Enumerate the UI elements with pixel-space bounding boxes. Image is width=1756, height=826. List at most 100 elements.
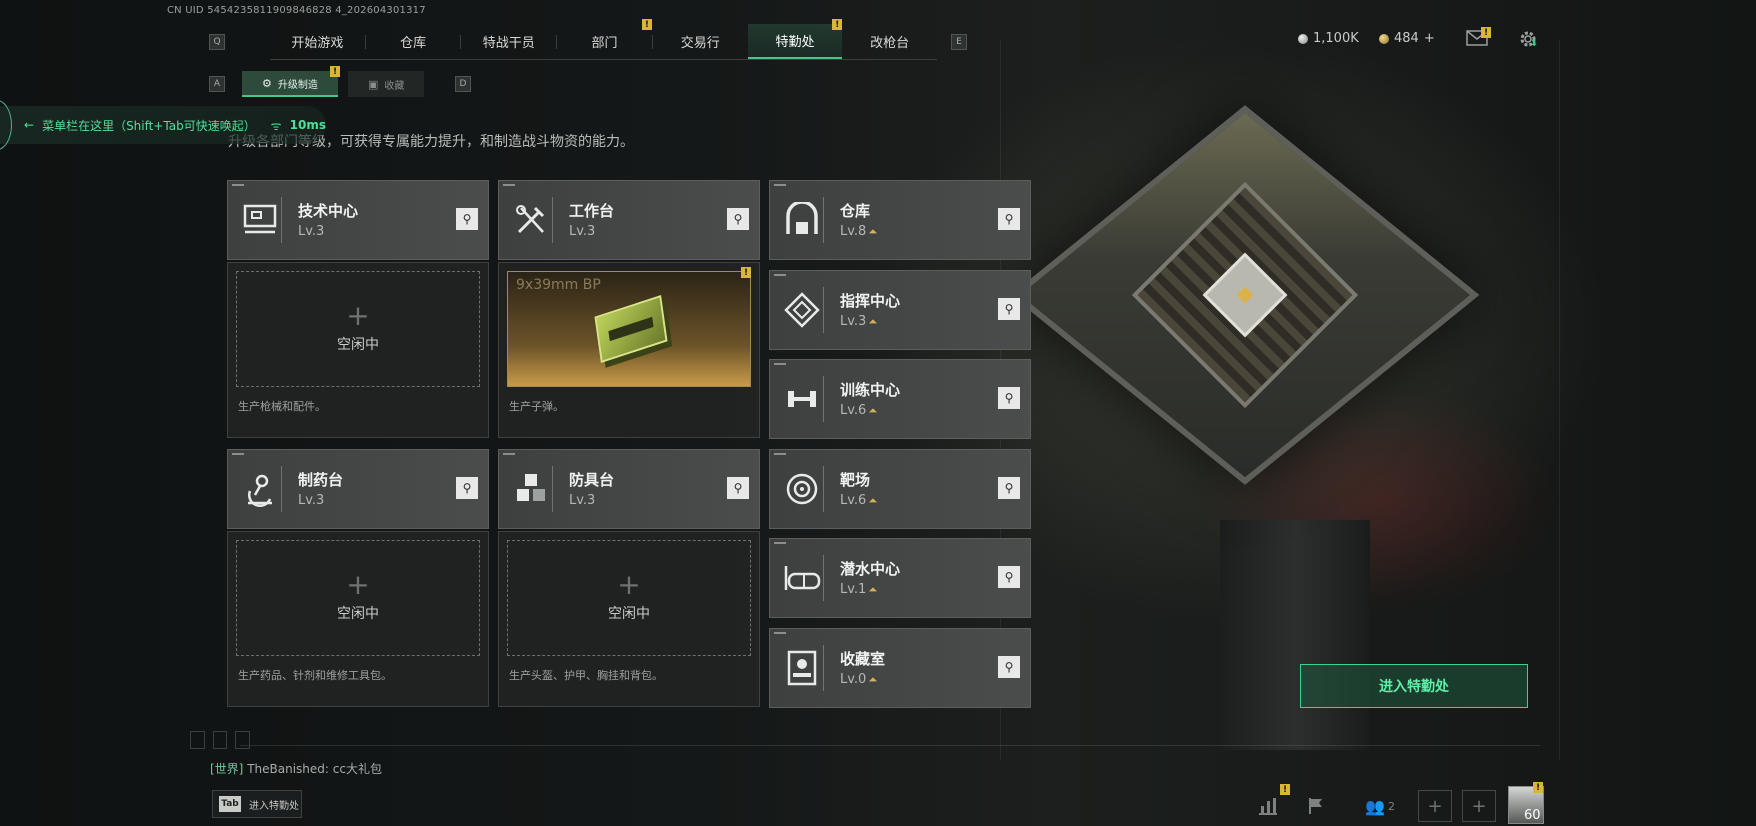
chat-filter-icons[interactable] (190, 731, 251, 749)
mail-badge: ! (1481, 27, 1491, 38)
slot-description: 生产头盔、护甲、胸挂和背包。 (509, 669, 663, 682)
dept-card-command[interactable]: 指挥中心 Lv.3 ⏶ ⚲ (769, 270, 1031, 350)
dept-card-training[interactable]: 训练中心 Lv.6 ⏶ ⚲ (769, 359, 1031, 439)
subtab-prev-key[interactable]: A (209, 76, 225, 92)
dept-card-diving[interactable]: 潜水中心 Lv.1 ⏶ ⚲ (769, 538, 1031, 618)
dept-name: 技术中心 (298, 202, 359, 220)
tab-special-ops[interactable]: 特勤处 ! (747, 19, 843, 59)
tab-shortcut-hint[interactable]: Tab 进入特勤处 (212, 790, 302, 818)
dept-name: 防具台 (569, 471, 615, 489)
slot-description: 生产药品、针剂和维修工具包。 (238, 669, 392, 682)
friends-button[interactable]: 👥 2 (1356, 792, 1404, 820)
search-icon[interactable]: ⚲ (998, 298, 1020, 320)
tab-start-game[interactable]: 开始游戏 (270, 24, 365, 59)
upgrade-arrow-icon: ⏶ (868, 583, 878, 596)
search-icon[interactable]: ⚲ (998, 208, 1020, 230)
dept-level: Lv.3 ⏶ (840, 314, 878, 329)
gold-add-button[interactable]: + (1424, 31, 1435, 46)
tab-gunsmith[interactable]: 改枪台 (842, 24, 937, 59)
dept-level: Lv.3 (569, 224, 596, 239)
dept-level: Lv.3 (298, 224, 325, 239)
dept-card-workbench[interactable]: 工作台 Lv.3 ⚲ (498, 180, 760, 260)
bottom-divider (240, 745, 1540, 746)
gold-currency[interactable]: 484 + (1379, 31, 1435, 46)
producing-slot[interactable]: 9x39mm BP (507, 271, 751, 387)
chat-text: TheBanished: cc大礼包 (247, 762, 382, 776)
search-icon[interactable]: ⚲ (727, 477, 749, 499)
tab-operators[interactable]: 特战干员 (461, 24, 556, 59)
dept-level: Lv.0 ⏶ (840, 672, 878, 687)
tools-icon (509, 197, 553, 243)
slot-status: 空闲中 (337, 337, 379, 353)
dept-name: 收藏室 (840, 650, 886, 668)
tab-label: 交易行 (680, 36, 720, 51)
plus-icon: + (617, 568, 641, 601)
nav-next-key[interactable]: E (951, 34, 967, 50)
upgrade-icon: ⚙ (262, 76, 272, 90)
search-icon[interactable]: ⚲ (456, 208, 478, 230)
dept-card-armor[interactable]: 防具台 Lv.3 ⚲ (498, 449, 760, 529)
empty-slot[interactable]: + 空闲中 (507, 540, 751, 656)
subtab-next-key[interactable]: D (455, 76, 471, 92)
subtab-badge: ! (330, 66, 340, 77)
flag-icon[interactable] (1300, 792, 1332, 820)
production-slot-tech[interactable]: + 空闲中 生产枪械和配件。 (227, 262, 489, 438)
display-case-icon (780, 645, 824, 691)
dept-name: 潜水中心 (840, 560, 901, 578)
tab-label: 仓库 (400, 36, 427, 51)
search-icon[interactable]: ⚲ (998, 477, 1020, 499)
empty-slot[interactable]: + 空闲中 (236, 540, 480, 656)
search-icon[interactable]: ⚲ (998, 566, 1020, 588)
enter-special-ops-button[interactable]: 进入特勤处 (1300, 664, 1528, 708)
chat-message[interactable]: [世界] TheBanished: cc大礼包 (210, 760, 382, 777)
silver-coin-icon (1298, 33, 1308, 44)
tab-warehouse[interactable]: 仓库 (366, 24, 461, 59)
nav-prev-key[interactable]: Q (209, 34, 225, 50)
alert-badge: ! (641, 19, 652, 30)
dept-name: 制药台 (298, 471, 344, 489)
tab-label: 特战干员 (482, 36, 535, 51)
product-name: 9x39mm BP (516, 277, 601, 293)
dept-card-tech[interactable]: 技术中心 Lv.3 ⚲ (227, 180, 489, 260)
menu-hint-text: 菜单栏在这里（Shift+Tab可快速唤起） (42, 118, 256, 133)
tab-trading[interactable]: 交易行 (653, 24, 748, 59)
slot-badge: ! (741, 267, 751, 278)
search-icon[interactable]: ⚲ (998, 387, 1020, 409)
tab-label: 改枪台 (870, 36, 910, 51)
dumbbell-icon (780, 376, 824, 422)
search-icon[interactable]: ⚲ (727, 208, 749, 230)
uid-text: CN UID 5454235811909846828 4_20260430131… (167, 5, 426, 16)
subtab-collection[interactable]: ▣ 收藏 (348, 71, 425, 97)
dept-level: Lv.1 ⏶ (840, 582, 878, 597)
production-slot-workbench[interactable]: 9x39mm BP ! 生产子弹。 (498, 262, 760, 438)
target-icon (780, 466, 824, 512)
cubes-icon (509, 466, 553, 512)
add-slot-button[interactable]: + (1418, 790, 1452, 822)
silver-currency: 1,100K (1298, 31, 1359, 46)
ammo-box-icon (594, 295, 668, 363)
subtab-upgrade[interactable]: ⚙ 升级制造 (242, 71, 338, 97)
command-diamond-icon (780, 287, 824, 333)
dept-level: Lv.6 ⏶ (840, 403, 878, 418)
tab-department[interactable]: 部门 ! (557, 19, 652, 59)
menu-hint[interactable]: ← 菜单栏在这里（Shift+Tab可快速唤起） ᯤ 10ms (0, 106, 326, 144)
dept-name: 仓库 (840, 202, 871, 220)
dept-card-pharma[interactable]: 制药台 Lv.3 ⚲ (227, 449, 489, 529)
add-slot-button[interactable]: + (1462, 790, 1496, 822)
empty-slot[interactable]: + 空闲中 (236, 271, 480, 387)
production-slot-armor[interactable]: + 空闲中 生产头盔、护甲、胸挂和背包。 (498, 531, 760, 707)
production-slot-pharma[interactable]: + 空闲中 生产药品、针剂和维修工具包。 (227, 531, 489, 707)
tab-hint-label: 进入特勤处 (249, 800, 299, 812)
dept-card-warehouse[interactable]: 仓库 Lv.8 ⏶ ⚲ (769, 180, 1031, 260)
stats-chart-icon[interactable] (1252, 792, 1284, 820)
avatar-badge: ! (1533, 782, 1543, 793)
wifi-icon: ᯤ (270, 118, 282, 133)
search-icon[interactable]: ⚲ (456, 477, 478, 499)
subtab-label: 收藏 (384, 80, 405, 92)
dept-card-collection[interactable]: 收藏室 Lv.0 ⏶ ⚲ (769, 628, 1031, 708)
search-icon[interactable]: ⚲ (998, 656, 1020, 678)
dept-name: 靶场 (840, 471, 871, 489)
download-icon: ⬇ (1530, 38, 1539, 49)
dept-card-range[interactable]: 靶场 Lv.6 ⏶ ⚲ (769, 449, 1031, 529)
slot-status: 空闲中 (608, 606, 650, 622)
